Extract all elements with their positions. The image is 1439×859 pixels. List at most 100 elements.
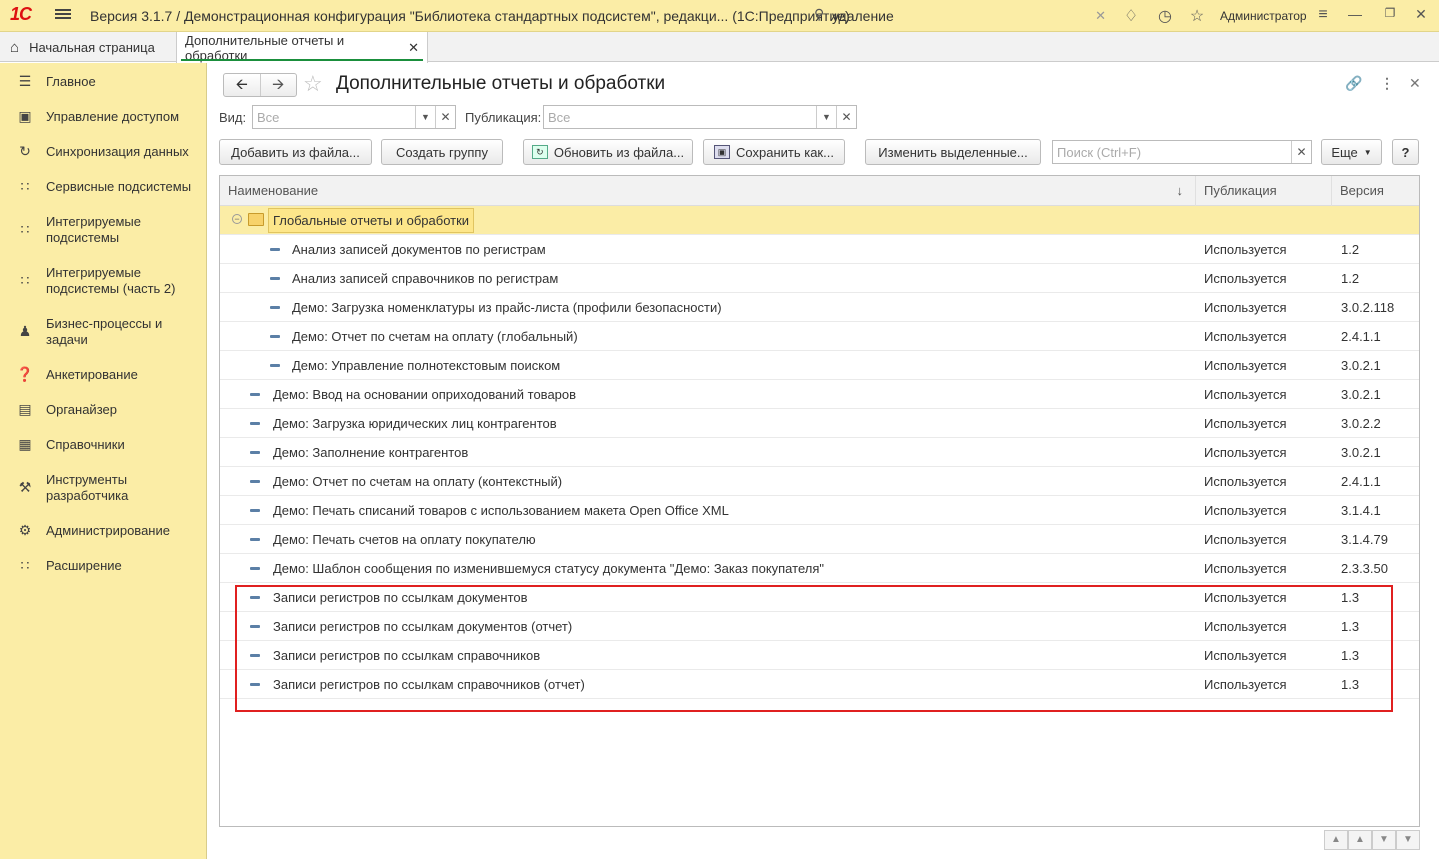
close-tab-icon[interactable]: ✕: [408, 40, 419, 56]
table-row[interactable]: Демо: Заполнение контрагентов Используетс…: [220, 438, 1419, 467]
sidebar-item-organizer[interactable]: ▤ Органайзер: [0, 401, 207, 421]
clear-icon[interactable]: ✕: [836, 106, 856, 128]
report-item-icon: [250, 538, 260, 541]
scroll-down-icon[interactable]: ▼: [1372, 830, 1396, 850]
update-from-file-button[interactable]: ↻ Обновить из файла...: [523, 139, 693, 165]
cell-name: Анализ записей документов по регистрам: [292, 242, 546, 257]
cell-name: Демо: Ввод на основании оприходований то…: [273, 387, 577, 402]
history-icon[interactable]: ◷: [1155, 6, 1175, 26]
close-window-icon[interactable]: ✕: [1411, 6, 1431, 26]
table-row[interactable]: Записи регистров по ссылкам справочников…: [220, 641, 1419, 670]
table-row[interactable]: Демо: Загрузка юридических лиц контраген…: [220, 409, 1419, 438]
sidebar-item-access[interactable]: ▣ Управление доступом: [0, 108, 207, 128]
cell-publication: Используется: [1204, 503, 1287, 518]
sidebar-item-sync[interactable]: ↻ Синхронизация данных: [0, 143, 207, 163]
window-title: Версия 3.1.7 / Демонстрационная конфигур…: [90, 8, 850, 24]
menu-icon: ☰: [18, 73, 32, 89]
tab-additional-reports[interactable]: Дополнительные отчеты и обработки ✕: [176, 32, 428, 63]
table-row[interactable]: Записи регистров по ссылкам документов Ис…: [220, 583, 1419, 612]
column-version[interactable]: Версия: [1332, 176, 1419, 206]
grid-icon: ∷: [20, 557, 30, 573]
change-selected-button[interactable]: Изменить выделенные...: [865, 139, 1041, 165]
chevron-down-icon[interactable]: ▼: [816, 106, 836, 128]
cell-publication: Используется: [1204, 271, 1287, 286]
scroll-bottom-icon[interactable]: ▼: [1396, 830, 1420, 850]
table-row[interactable]: Демо: Печать списаний товаров с использо…: [220, 496, 1419, 525]
user-name[interactable]: Администратор: [1220, 9, 1307, 23]
sidebar-item-catalogs[interactable]: ▦ Справочники: [0, 436, 207, 456]
table-row[interactable]: Демо: Ввод на основании оприходований то…: [220, 380, 1419, 409]
minimize-icon[interactable]: —: [1345, 6, 1365, 26]
restore-icon[interactable]: ❐: [1380, 6, 1400, 26]
table-row[interactable]: Демо: Шаблон сообщения по изменившемуся …: [220, 554, 1419, 583]
main-menu-icon[interactable]: [55, 7, 71, 23]
cell-publication: Используется: [1204, 358, 1287, 373]
report-item-icon: [250, 625, 260, 628]
filter-view-select[interactable]: Все ▼ ✕: [252, 105, 456, 129]
grid-icon: ∷: [20, 221, 30, 237]
cell-name: Записи регистров по ссылкам документов (…: [273, 619, 573, 634]
filter-pub-select[interactable]: Все ▼ ✕: [543, 105, 857, 129]
cell-name: Демо: Загрузка номенклатуры из прайс-лис…: [292, 300, 722, 315]
cell-publication: Используется: [1204, 474, 1287, 489]
table-row[interactable]: Анализ записей документов по регистрам Ис…: [220, 235, 1419, 264]
sidebar-item-extension[interactable]: ∷ Расширение: [0, 557, 207, 577]
back-arrow-icon[interactable]: 🡨: [224, 74, 261, 96]
link-icon[interactable]: 🔗: [1345, 75, 1362, 92]
scroll-top-icon[interactable]: ▲: [1324, 830, 1348, 850]
sidebar-item-integrated[interactable]: ∷ Интегрируемые подсистемы: [0, 213, 207, 249]
sidebar-item-main[interactable]: ☰ Главное: [0, 73, 207, 93]
search-icon: ⚲: [814, 6, 825, 22]
close-form-icon[interactable]: ✕: [1409, 75, 1421, 92]
add-from-file-button[interactable]: Добавить из файла...: [219, 139, 372, 165]
settings-menu-icon[interactable]: ≡: [1313, 6, 1333, 26]
table-row[interactable]: Демо: Отчет по счетам на оплату (контекс…: [220, 467, 1419, 496]
global-search[interactable]: ⚲ удаление ✕: [812, 3, 1112, 28]
table-row[interactable]: Записи регистров по ссылкам справочников…: [220, 670, 1419, 699]
clear-search-icon[interactable]: ✕: [1095, 8, 1106, 24]
bell-icon[interactable]: ♢: [1121, 6, 1141, 26]
more-button[interactable]: Еще ▼: [1321, 139, 1382, 165]
report-item-icon: [250, 480, 260, 483]
wrench-icon: ⚒: [18, 479, 32, 495]
help-button[interactable]: ?: [1392, 139, 1419, 165]
sidebar-item-integrated-2[interactable]: ∷ Интегрируемые подсистемы (часть 2): [0, 264, 207, 300]
favorites-star-icon[interactable]: ☆: [1187, 6, 1207, 26]
cell-name: Записи регистров по ссылкам справочников: [273, 648, 541, 663]
favorite-star-icon[interactable]: ☆: [303, 71, 323, 97]
reports-table[interactable]: Наименование ↓ Публикация Версия − Глоба…: [219, 175, 1420, 827]
clear-icon[interactable]: ✕: [1291, 141, 1311, 163]
list-search-input[interactable]: Поиск (Ctrl+F) ✕: [1052, 140, 1312, 164]
table-row[interactable]: Записи регистров по ссылкам документов (…: [220, 612, 1419, 641]
tab-label: Начальная страница: [29, 39, 155, 55]
sidebar-item-bp[interactable]: ♟ Бизнес-процессы и задачи: [0, 315, 207, 351]
collapse-icon[interactable]: −: [232, 214, 242, 224]
tab-home[interactable]: ⌂ Начальная страница: [0, 32, 175, 62]
global-search-input[interactable]: удаление: [832, 8, 894, 24]
sidebar-item-service[interactable]: ∷ Сервисные подсистемы: [0, 178, 207, 198]
sidebar-item-survey[interactable]: ❓ Анкетирование: [0, 366, 207, 386]
table-row[interactable]: Демо: Загрузка номенклатуры из прайс-лис…: [220, 293, 1419, 322]
cell-publication: Используется: [1204, 648, 1287, 663]
report-item-icon: [270, 306, 280, 309]
scroll-up-icon[interactable]: ▲: [1348, 830, 1372, 850]
table-row[interactable]: Анализ записей справочников по регистрам…: [220, 264, 1419, 293]
chevron-down-icon[interactable]: ▼: [415, 106, 435, 128]
table-header: Наименование ↓ Публикация Версия: [220, 176, 1419, 206]
create-group-button[interactable]: Создать группу: [381, 139, 503, 165]
table-row[interactable]: Демо: Управление полнотекстовым поиском И…: [220, 351, 1419, 380]
save-as-button[interactable]: ▣ Сохранить как...: [703, 139, 845, 165]
sidebar-item-devtools[interactable]: ⚒ Инструменты разработчика: [0, 471, 207, 507]
sidebar-item-admin[interactable]: ⚙ Администрирование: [0, 522, 207, 542]
forward-arrow-icon[interactable]: 🡪: [261, 74, 297, 96]
cell-version: 3.0.2.1: [1341, 445, 1381, 460]
more-vertical-icon[interactable]: ⋮: [1380, 75, 1394, 92]
table-row[interactable]: Демо: Печать счетов на оплату покупателю…: [220, 525, 1419, 554]
clear-icon[interactable]: ✕: [435, 106, 455, 128]
column-name[interactable]: Наименование ↓: [220, 176, 1196, 206]
report-item-icon: [250, 567, 260, 570]
column-publication[interactable]: Публикация: [1196, 176, 1332, 206]
cell-publication: Используется: [1204, 242, 1287, 257]
table-row[interactable]: Демо: Отчет по счетам на оплату (глобаль…: [220, 322, 1419, 351]
group-row[interactable]: − Глобальные отчеты и обработки: [220, 206, 1419, 235]
